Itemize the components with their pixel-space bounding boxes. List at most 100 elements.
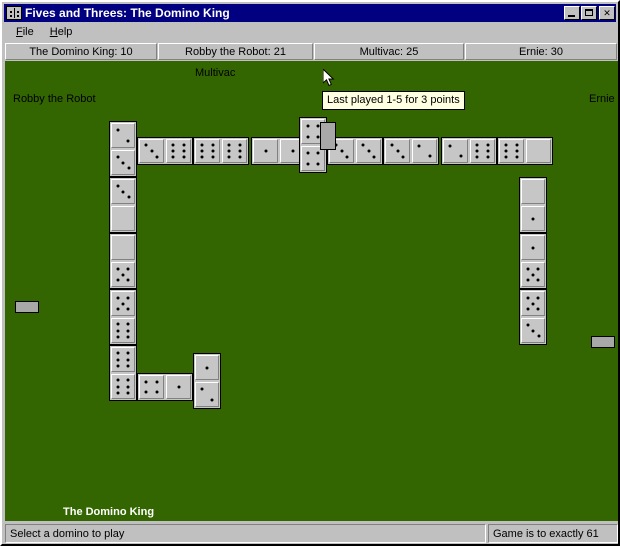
pip [182,155,186,159]
pip [306,151,310,155]
pip [531,273,535,276]
pip [486,155,490,159]
minimize-button[interactable] [564,6,580,20]
opponent-hand-marker [15,301,39,313]
pip [126,391,130,395]
pip [316,124,320,128]
pip [126,296,130,300]
status-message: Select a domino to play [5,524,486,543]
board-domino [193,137,249,165]
pip [121,273,125,276]
player-label-top: Multivac [195,67,236,79]
domino-half [526,139,551,163]
pip [504,155,508,159]
pip [144,390,148,394]
domino-half [111,262,135,287]
close-icon[interactable]: ✕ [599,6,615,20]
pip [316,135,320,139]
domino-half [499,139,524,163]
domino-half [253,139,278,163]
pip [316,162,320,166]
game-table: Multivac Robby the Robot Ernie The Domin… [5,61,618,521]
status-bar: Select a domino to play Game is to exact… [5,524,618,543]
board-domino [109,121,137,177]
pip [536,267,540,271]
pip [171,155,175,159]
score-tab-robby[interactable]: Robby the Robot: 21 [158,43,313,60]
domino-half [521,291,545,316]
domino-half [139,375,164,399]
domino-half [195,355,219,380]
pip [536,278,540,282]
title-bar: Fives and Threes: The Domino King ✕ [4,4,616,22]
pip [200,143,204,147]
menu-file[interactable]: File [10,25,40,39]
maximize-button[interactable] [581,6,597,20]
domino-half [111,318,135,343]
pip [227,155,231,159]
domino-half [111,123,135,148]
pip [182,143,186,147]
pip [126,322,130,326]
pip [390,143,394,147]
menu-file-label: ile [22,26,34,38]
pip [475,149,479,153]
board-domino [109,233,137,289]
pip [531,302,535,305]
pip [417,144,421,148]
player-label-left: Robby the Robot [13,93,96,105]
pip [200,155,204,159]
pip [459,154,463,158]
domino-half [385,139,410,163]
pip [144,380,148,384]
domino-half [111,235,135,260]
pip [155,390,159,394]
pip [536,296,540,300]
board-domino [109,289,137,345]
pip [264,149,267,153]
score-tab-multivac[interactable]: Multivac: 25 [314,43,464,60]
pip [126,351,130,355]
board-domino [137,373,193,401]
pip [121,302,125,305]
pip [515,155,519,159]
pip [531,329,535,332]
pip [428,154,432,158]
pip [144,143,148,147]
pip [486,149,490,153]
domino-half [412,139,437,163]
pip [126,358,130,361]
opponent-hand-marker [591,336,615,348]
domino-half [111,206,135,231]
menu-help[interactable]: Help [44,25,79,39]
pip [126,329,130,332]
pip [200,387,204,391]
score-tab-domino-king[interactable]: The Domino King: 10 [5,43,157,60]
pip [116,378,120,382]
domino-half [166,139,191,163]
pip [238,143,242,147]
domino-half [195,382,219,407]
menu-bar: File Help [4,23,616,41]
pip [340,149,343,153]
pip [116,155,119,159]
domino-icon [6,6,22,20]
domino-half [443,139,468,163]
menu-help-label: elp [57,26,73,38]
pip [211,143,215,147]
pip [121,190,125,193]
pip [116,296,120,300]
domino-half [521,262,545,287]
domino-half [139,139,164,163]
board-domino [193,353,221,409]
board-domino [497,137,553,165]
highlighted-tile[interactable] [320,122,336,150]
domino-half [222,139,247,163]
pip [238,155,242,159]
board-domino [383,137,439,165]
pip [367,149,370,153]
score-tab-ernie[interactable]: Ernie: 30 [465,43,617,60]
pip [515,149,519,153]
player-label-bottom: The Domino King [63,506,155,518]
domino-half [521,206,545,231]
